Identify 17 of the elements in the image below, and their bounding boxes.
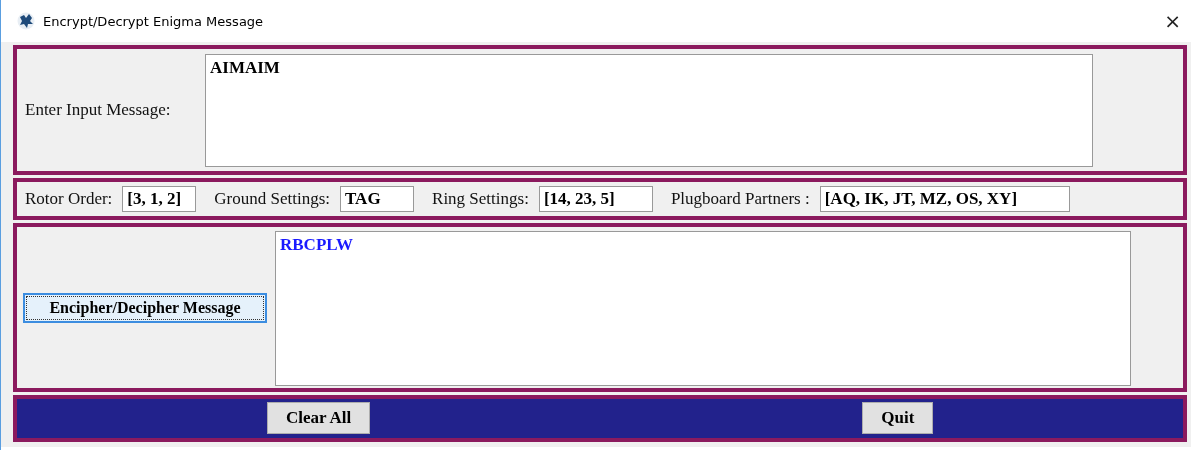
setting-label: Ring Settings: xyxy=(432,189,529,210)
input-label: Enter Input Message: xyxy=(25,100,172,121)
setting-field[interactable]: TAG xyxy=(340,186,415,213)
clear-button[interactable]: Clear All xyxy=(267,402,371,435)
app-icon xyxy=(17,12,35,30)
encipher-button[interactable]: Encipher/Decipher Message xyxy=(23,292,267,323)
setting-field[interactable]: [AQ, IK, JT, MZ, OS, XY] xyxy=(819,186,1070,213)
setting-label: Ground Settings: xyxy=(214,189,331,210)
close-button[interactable]: × xyxy=(1160,9,1185,33)
output-field[interactable]: RBCPLW xyxy=(275,231,1131,387)
window-title: Encrypt/Decrypt Enigma Message xyxy=(43,13,265,29)
quit-button[interactable]: Quit xyxy=(862,402,934,435)
setting-label: Rotor Order: xyxy=(25,189,113,210)
setting-field[interactable]: [3, 1, 2] xyxy=(122,186,197,213)
setting-field[interactable]: [14, 23, 5] xyxy=(538,186,653,213)
setting-label: Plugboard Partners : xyxy=(670,189,810,210)
input-field[interactable]: AIMAIM xyxy=(205,53,1093,167)
